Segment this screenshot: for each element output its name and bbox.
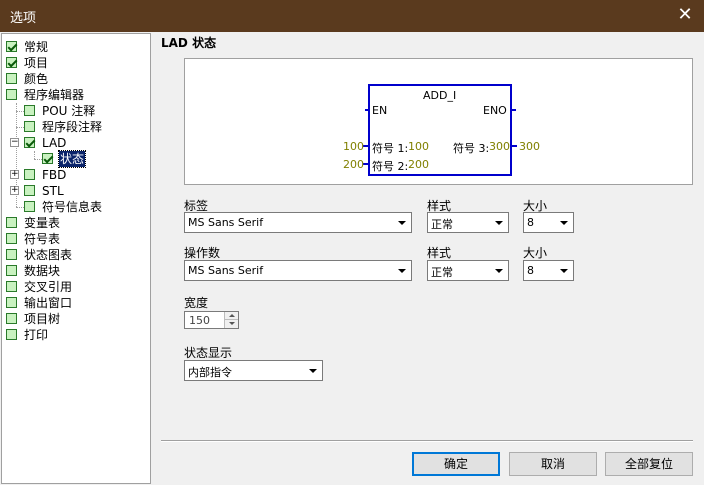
tree-connector: [34, 151, 35, 159]
lad-preview-canvas: [363, 84, 517, 176]
tree-item-label: 符号表: [24, 232, 61, 246]
in2-value: 200: [343, 158, 364, 171]
status-display-label: 状态显示: [184, 346, 233, 360]
close-icon[interactable]: ✕: [672, 3, 698, 29]
selected-value: 正常: [431, 218, 453, 231]
operand-font-select[interactable]: MS Sans Serif: [184, 260, 412, 281]
checkbox-icon[interactable]: [6, 57, 17, 68]
tree-item-label: 输出窗口: [24, 296, 73, 310]
operand-style-label: 样式: [427, 246, 452, 260]
checkbox-icon[interactable]: [6, 297, 17, 308]
out-label: 符号 3:: [453, 142, 490, 155]
collapse-icon[interactable]: −: [10, 138, 19, 147]
title-bar: 选项 ✕: [0, 0, 704, 32]
page-title: LAD 状态: [161, 36, 217, 50]
tree-item-label: 数据块: [24, 264, 61, 278]
checkbox-icon[interactable]: [6, 313, 17, 324]
tree-item-label: 状态图表: [24, 248, 73, 262]
checkbox-icon[interactable]: [24, 105, 35, 116]
checkbox-icon[interactable]: [6, 41, 17, 52]
checkbox-icon[interactable]: [6, 73, 17, 84]
checkbox-icon[interactable]: [24, 169, 35, 180]
checkbox-icon[interactable]: [6, 329, 17, 340]
tree-item-label: 常规: [24, 40, 49, 54]
tree-item-label: 项目树: [24, 312, 61, 326]
options-tree[interactable]: 常规 项目 颜色 程序编辑器 POU 注释 程序段注释 − LAD 状态 + F…: [1, 33, 151, 484]
label-font-select[interactable]: MS Sans Serif: [184, 212, 412, 233]
block-name: ADD_I: [423, 89, 457, 102]
tree-item-label: POU 注释: [42, 104, 96, 118]
checkbox-icon[interactable]: [6, 217, 17, 228]
operand-style-select[interactable]: 正常: [427, 260, 509, 281]
checkbox-icon[interactable]: [42, 153, 53, 164]
status-display-select[interactable]: 内部指令: [184, 360, 323, 381]
expand-icon[interactable]: +: [10, 170, 19, 179]
reset-all-button[interactable]: 全部复位: [605, 452, 693, 476]
en-label: EN: [372, 104, 388, 117]
selected-value: MS Sans Serif: [188, 216, 264, 229]
tree-item-label: 颜色: [24, 72, 49, 86]
selected-value: 内部指令: [188, 366, 232, 379]
tree-item-label: 项目: [24, 56, 49, 70]
in1-value: 100: [343, 140, 364, 153]
tree-item-label: 程序编辑器: [24, 88, 85, 102]
lad-preview: ADD_I EN ENO 100 符号 1: 100 200 符号 2: 200…: [184, 58, 693, 185]
expand-icon[interactable]: +: [10, 186, 19, 195]
in1-inner: 100: [408, 140, 429, 153]
eno-label: ENO: [483, 104, 507, 117]
window-title: 选项: [10, 11, 37, 26]
operand-size-label: 大小: [523, 246, 548, 260]
operand-size-select[interactable]: 8: [523, 260, 574, 281]
label-size-select[interactable]: 8: [523, 212, 574, 233]
width-stepper[interactable]: 150: [184, 311, 239, 329]
checkbox-icon[interactable]: [24, 137, 35, 148]
checkbox-icon[interactable]: [6, 265, 17, 276]
selected-value: 8: [527, 216, 534, 229]
width-label: 宽度: [184, 296, 209, 310]
in2-label: 符号 2:: [372, 160, 409, 173]
checkbox-icon[interactable]: [24, 201, 35, 212]
in1-label: 符号 1:: [372, 142, 409, 155]
spin-down-icon[interactable]: [224, 320, 238, 328]
tree-item-label: 程序段注释: [42, 120, 103, 134]
chevron-down-icon[interactable]: [491, 262, 507, 279]
divider: [161, 440, 693, 442]
checkbox-icon[interactable]: [24, 121, 35, 132]
checkbox-icon[interactable]: [24, 185, 35, 196]
checkbox-icon[interactable]: [6, 249, 17, 260]
in2-inner: 200: [408, 158, 429, 171]
selected-value: 8: [527, 264, 534, 277]
chevron-down-icon[interactable]: [556, 262, 572, 279]
tree-item-label: 交叉引用: [24, 280, 73, 294]
tree-item-label: STL: [42, 184, 64, 198]
checkbox-icon[interactable]: [6, 89, 17, 100]
width-value: 150: [189, 314, 210, 327]
tree-item-label: FBD: [42, 168, 67, 182]
ok-button[interactable]: 确定: [412, 452, 500, 476]
spin-up-icon[interactable]: [224, 312, 238, 320]
tree-item-label: 打印: [24, 328, 49, 342]
chevron-down-icon[interactable]: [491, 214, 507, 231]
tree-item-label: LAD: [42, 136, 67, 150]
chevron-down-icon[interactable]: [556, 214, 572, 231]
cancel-button[interactable]: 取消: [509, 452, 597, 476]
tree-item-label: 变量表: [24, 216, 61, 230]
dialog-body: 常规 项目 颜色 程序编辑器 POU 注释 程序段注释 − LAD 状态 + F…: [0, 32, 704, 485]
chevron-down-icon[interactable]: [394, 214, 410, 231]
checkbox-icon[interactable]: [6, 281, 17, 292]
chevron-down-icon[interactable]: [394, 262, 410, 279]
checkbox-icon[interactable]: [6, 233, 17, 244]
out-value: 300: [519, 140, 540, 153]
out-inner: 300: [489, 140, 510, 153]
operand-font-label: 操作数: [184, 246, 221, 260]
label-style-select[interactable]: 正常: [427, 212, 509, 233]
selected-value: 正常: [431, 266, 453, 279]
chevron-down-icon[interactable]: [305, 362, 321, 379]
selected-value: MS Sans Serif: [188, 264, 264, 277]
tree-item-label: 状态: [57, 150, 87, 168]
tree-item-label: 符号信息表: [42, 200, 103, 214]
